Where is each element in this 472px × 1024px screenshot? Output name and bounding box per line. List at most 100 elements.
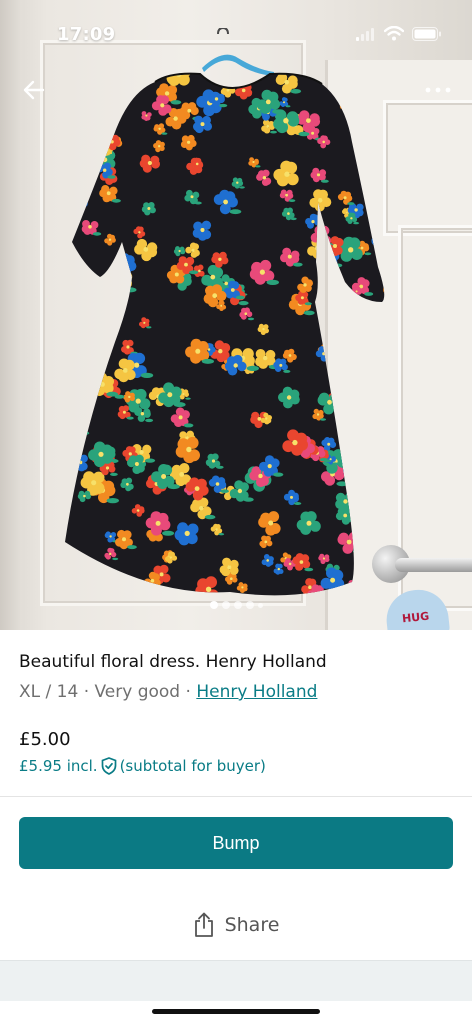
flower-motif (74, 377, 99, 400)
flower-motif (65, 459, 76, 485)
flower-motif (354, 417, 371, 433)
bump-button[interactable]: Bump (19, 817, 453, 869)
status-icons (356, 26, 442, 41)
flower-motif (369, 467, 385, 483)
flower-motif (78, 117, 102, 139)
flower-motif (65, 73, 91, 95)
flower-motif (71, 454, 88, 472)
door-panel-lower (398, 225, 472, 611)
flower-motif (375, 184, 385, 210)
brand-link[interactable]: Henry Holland (196, 682, 317, 702)
flower-motif (68, 316, 91, 340)
more-button[interactable] (422, 78, 454, 102)
flower-motif (95, 287, 121, 309)
flower-motif (325, 236, 344, 256)
listing-meta: XL / 14 · Very good · Henry Holland (19, 682, 317, 702)
share-label: Share (224, 914, 280, 936)
listing-photo[interactable]: HUG 17:09 (0, 0, 472, 630)
flower-motif (337, 73, 353, 86)
flower-motif (81, 92, 97, 106)
flower-motif (81, 130, 97, 146)
home-indicator (152, 1009, 320, 1014)
flower-motif (65, 156, 89, 179)
share-button[interactable]: Share (0, 905, 472, 945)
flower-motif (70, 191, 88, 209)
flower-motif (133, 73, 152, 77)
flower-motif (382, 457, 385, 470)
pagination-dot (245, 601, 254, 609)
flower-motif (385, 279, 400, 306)
flower-motif (339, 324, 363, 347)
flower-motif (88, 316, 109, 338)
flower-motif (217, 62, 229, 73)
flower-motif (65, 418, 85, 445)
flower-motif (362, 489, 374, 500)
signal-icon (356, 27, 374, 41)
pagination-dot (233, 601, 242, 609)
flower-motif (65, 144, 75, 161)
flower-motif (65, 170, 88, 196)
size-condition: XL / 14 · Very good · (19, 682, 197, 702)
floral-dress (65, 62, 400, 596)
flower-motif (358, 363, 370, 375)
pagination-dot (209, 601, 218, 609)
flower-motif (109, 77, 135, 103)
door-handle (395, 558, 472, 572)
price: £5.00 (19, 729, 71, 750)
price-incl-fees[interactable]: £5.95 incl. (subtotal for buyer) (19, 757, 266, 775)
flower-motif (65, 246, 73, 262)
more-horizontal-icon (425, 87, 451, 93)
wifi-icon (384, 26, 404, 41)
listing-title: Beautiful floral dress. Henry Holland (19, 652, 327, 672)
flower-motif (65, 342, 82, 363)
flower-motif (97, 73, 114, 83)
flower-motif (259, 535, 273, 549)
flower-motif (370, 214, 385, 239)
flower-motif (354, 451, 373, 469)
flower-motif (65, 456, 77, 475)
flower-motif (65, 397, 83, 421)
arrow-left-icon (23, 80, 45, 100)
flower-motif (372, 136, 385, 151)
flower-motif (84, 296, 107, 319)
flower-motif (385, 433, 400, 455)
divider (0, 796, 472, 797)
flower-motif (371, 229, 385, 251)
status-time: 17:09 (57, 24, 116, 45)
flower-motif (240, 73, 259, 83)
flower-motif (383, 284, 385, 296)
flower-motif (360, 114, 383, 136)
flower-motif (375, 480, 385, 507)
flower-motif (84, 576, 108, 596)
price-incl-note: (subtotal for buyer) (119, 757, 266, 775)
flower-motif (106, 62, 130, 73)
pagination-dot (257, 602, 263, 608)
flower-motif (354, 447, 366, 457)
price-incl-value: £5.95 incl. (19, 757, 98, 775)
flower-motif (368, 488, 385, 512)
flower-motif (193, 115, 213, 134)
dress-fabric (65, 62, 400, 596)
flower-motif (387, 62, 398, 70)
footer-strip (0, 960, 472, 1001)
battery-icon (412, 26, 441, 41)
flower-motif (375, 396, 385, 408)
flower-motif (76, 73, 87, 79)
flower-motif (348, 498, 368, 516)
flower-motif (378, 181, 385, 199)
flower-motif (107, 77, 134, 103)
flower-motif (368, 336, 379, 347)
flower-motif (278, 62, 288, 71)
back-button[interactable] (18, 74, 50, 106)
flower-motif (89, 73, 102, 77)
share-icon (194, 912, 213, 937)
shield-check-icon (101, 757, 116, 775)
flower-motif (67, 415, 90, 435)
pagination-dot (221, 601, 230, 609)
flower-motif (391, 173, 400, 190)
flower-motif (77, 369, 92, 384)
flower-motif (77, 176, 91, 189)
flower-motif (380, 62, 397, 75)
flower-motif (84, 566, 101, 581)
photo-pagination (0, 601, 472, 609)
